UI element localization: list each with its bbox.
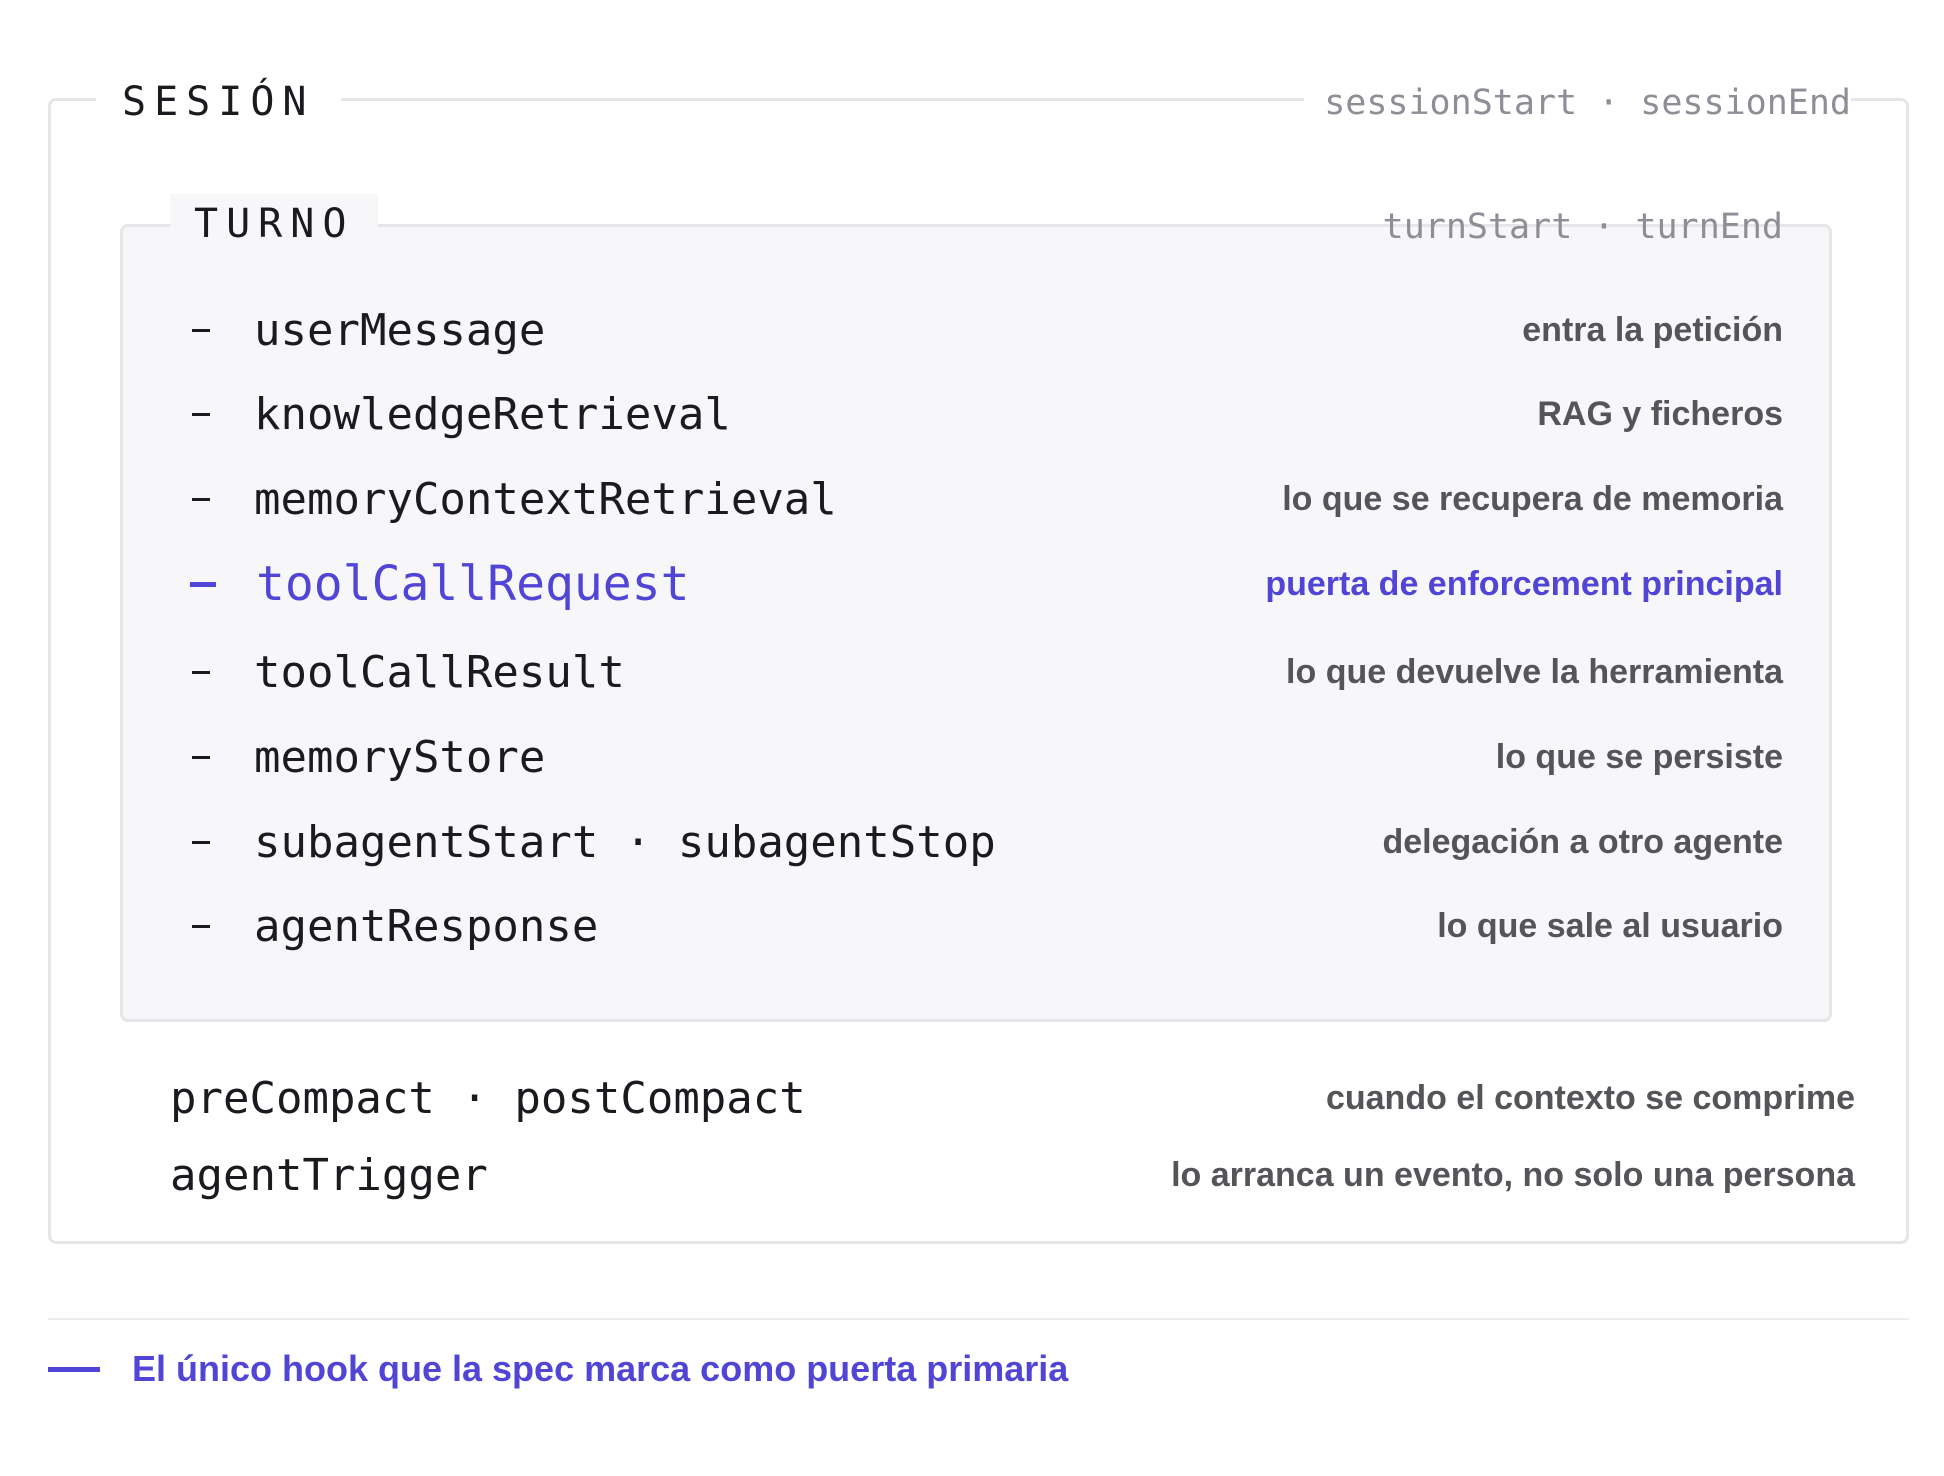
- hook-description: lo que se recupera de memoria: [1282, 479, 1783, 518]
- hook-description: entra la petición: [1522, 310, 1783, 349]
- turn-hook-row: subagentStart · subagentStop delegación …: [188, 812, 1783, 872]
- dash-icon: [192, 412, 210, 416]
- hook-name: userMessage: [254, 304, 546, 356]
- hook-description: puerta de enforcement principal: [1265, 564, 1783, 603]
- legend-text: El único hook que la spec marca como pue…: [132, 1348, 1069, 1389]
- hook-description: lo que sale al usuario: [1437, 906, 1783, 945]
- turn-title: TURNO: [170, 194, 379, 254]
- dash-icon: [192, 328, 210, 332]
- session-hook-row: agentTrigger lo arranca un evento, no so…: [170, 1145, 1855, 1205]
- turn-hook-row: memoryStore lo que se persiste: [188, 727, 1783, 787]
- dash-icon: [192, 924, 210, 928]
- turn-hook-row: knowledgeRetrieval RAG y ficheros: [188, 384, 1783, 444]
- dash-icon: [192, 497, 210, 501]
- hook-description: RAG y ficheros: [1537, 394, 1783, 433]
- hook-name: knowledgeRetrieval: [254, 388, 731, 440]
- hook-name: agentTrigger: [170, 1149, 488, 1201]
- dash-icon: [192, 840, 210, 844]
- hook-name: agentResponse: [254, 900, 599, 952]
- session-events: sessionStart · sessionEnd: [1304, 78, 1851, 128]
- hook-description: lo arranca un evento, no solo una person…: [1171, 1155, 1855, 1194]
- hook-name: toolCallRequest: [256, 556, 690, 612]
- hook-description: lo que devuelve la herramienta: [1286, 652, 1783, 691]
- turn-hook-row: userMessage entra la petición: [188, 300, 1783, 360]
- turn-events: turnStart · turnEnd: [1382, 207, 1783, 247]
- dash-icon: [190, 581, 216, 587]
- session-hook-row: preCompact · postCompact cuando el conte…: [170, 1068, 1855, 1128]
- legend: El único hook que la spec marca como pue…: [48, 1344, 1068, 1394]
- hook-name: memoryContextRetrieval: [254, 473, 837, 525]
- turn-hook-row: memoryContextRetrieval lo que se recuper…: [188, 469, 1783, 529]
- hook-name: memoryStore: [254, 731, 546, 783]
- hook-description: lo que se persiste: [1495, 737, 1783, 776]
- hook-name: toolCallResult: [254, 646, 625, 698]
- hook-description: cuando el contexto se comprime: [1325, 1078, 1855, 1117]
- legend-line-icon: [48, 1366, 100, 1372]
- turn-hook-row: agentResponse lo que sale al usuario: [188, 896, 1783, 956]
- session-title: SESIÓN: [96, 72, 341, 132]
- hook-name: preCompact · postCompact: [170, 1072, 806, 1124]
- dash-icon: [192, 670, 210, 674]
- turn-hook-row: toolCallResult lo que devuelve la herram…: [188, 642, 1783, 702]
- hook-description: delegación a otro agente: [1382, 822, 1783, 861]
- dash-icon: [192, 755, 210, 759]
- hook-name: subagentStart · subagentStop: [254, 816, 996, 868]
- separator-line: [48, 1318, 1909, 1320]
- turn-hook-row-primary: toolCallRequest puerta de enforcement pr…: [188, 554, 1783, 614]
